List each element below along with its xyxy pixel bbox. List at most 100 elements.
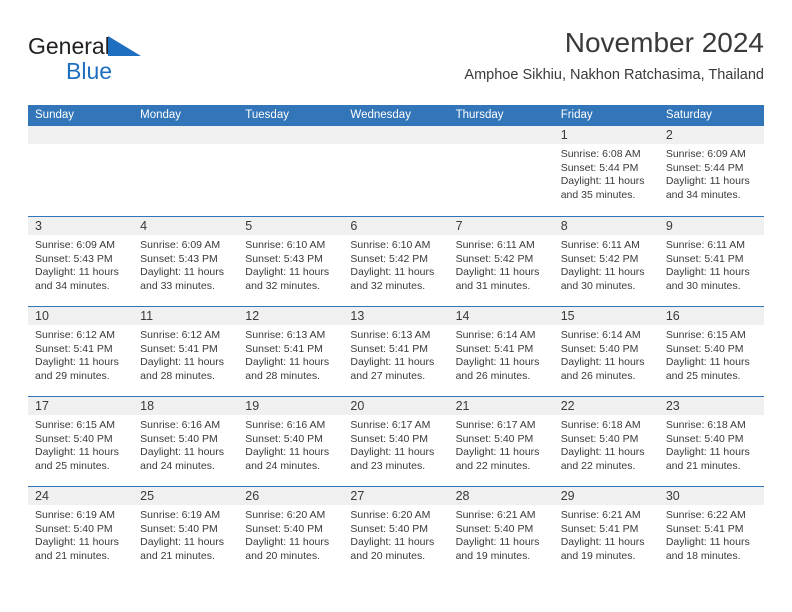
day-cell[interactable]: 30 Sunrise: 6:22 AM Sunset: 5:41 PM Dayl… (658, 487, 764, 576)
day-cell[interactable]: 13 Sunrise: 6:13 AM Sunset: 5:41 PM Dayl… (343, 307, 449, 396)
location-subtitle: Amphoe Sikhiu, Nakhon Ratchasima, Thaila… (464, 67, 764, 84)
sunrise-text: Sunrise: 6:21 AM (560, 509, 641, 521)
day-cell[interactable] (448, 126, 554, 216)
daylight-text: Daylight: 11 hours and 20 minutes. (245, 536, 330, 562)
day-info: Sunrise: 6:21 AM Sunset: 5:40 PM Dayligh… (449, 505, 554, 563)
day-number: 29 (553, 487, 659, 505)
day-cell[interactable]: 28 Sunrise: 6:21 AM Sunset: 5:40 PM Dayl… (448, 487, 554, 576)
sunset-text: Sunset: 5:41 PM (665, 522, 744, 535)
day-cell[interactable]: 6 Sunrise: 6:10 AM Sunset: 5:42 PM Dayli… (343, 217, 449, 306)
day-info: Sunrise: 6:19 AM Sunset: 5:40 PM Dayligh… (133, 505, 238, 563)
calendar-grid: Sunday Monday Tuesday Wednesday Thursday… (28, 105, 764, 576)
day-cell[interactable]: 14 Sunrise: 6:14 AM Sunset: 5:41 PM Dayl… (448, 307, 554, 396)
day-cell[interactable]: 27 Sunrise: 6:20 AM Sunset: 5:40 PM Dayl… (343, 487, 449, 576)
day-cell[interactable]: 4 Sunrise: 6:09 AM Sunset: 5:43 PM Dayli… (133, 217, 239, 306)
sunrise-text: Sunrise: 6:13 AM (245, 329, 326, 341)
sunset-text: Sunset: 5:41 PM (245, 342, 323, 355)
weekday-header-row: Sunday Monday Tuesday Wednesday Thursday… (28, 105, 764, 126)
title-block: November 2024 Amphoe Sikhiu, Nakhon Ratc… (464, 28, 764, 84)
sunrise-text: Sunrise: 6:19 AM (140, 509, 221, 521)
daylight-text: Daylight: 11 hours and 30 minutes. (665, 266, 750, 292)
sunrise-text: Sunrise: 6:11 AM (560, 239, 640, 251)
sunrise-text: Sunrise: 6:12 AM (140, 329, 221, 341)
sunrise-text: Sunrise: 6:11 AM (665, 239, 746, 251)
day-number: 12 (238, 307, 344, 325)
day-info: Sunrise: 6:21 AM Sunset: 5:41 PM Dayligh… (554, 505, 659, 563)
day-cell[interactable]: 20 Sunrise: 6:17 AM Sunset: 5:40 PM Dayl… (343, 397, 449, 486)
day-cell[interactable]: 19 Sunrise: 6:16 AM Sunset: 5:40 PM Dayl… (238, 397, 344, 486)
day-cell[interactable]: 21 Sunrise: 6:17 AM Sunset: 5:40 PM Dayl… (448, 397, 554, 486)
daylight-text: Daylight: 11 hours and 34 minutes. (35, 266, 119, 292)
day-cell[interactable]: 25 Sunrise: 6:19 AM Sunset: 5:40 PM Dayl… (133, 487, 239, 576)
sunrise-text: Sunrise: 6:22 AM (665, 509, 746, 521)
week-row: 24 Sunrise: 6:19 AM Sunset: 5:40 PM Dayl… (28, 486, 764, 576)
sunset-text: Sunset: 5:41 PM (140, 342, 218, 355)
sunset-text: Sunset: 5:40 PM (560, 342, 639, 355)
day-number: 3 (28, 217, 134, 235)
week-row: 10 Sunrise: 6:12 AM Sunset: 5:41 PM Dayl… (28, 306, 764, 396)
day-info: Sunrise: 6:16 AM Sunset: 5:40 PM Dayligh… (238, 415, 343, 473)
day-info: Sunrise: 6:17 AM Sunset: 5:40 PM Dayligh… (449, 415, 554, 473)
day-number: 27 (343, 487, 449, 505)
day-cell[interactable]: 22 Sunrise: 6:18 AM Sunset: 5:40 PM Dayl… (553, 397, 659, 486)
day-number: 5 (238, 217, 344, 235)
day-cell[interactable]: 12 Sunrise: 6:13 AM Sunset: 5:41 PM Dayl… (238, 307, 344, 396)
daylight-text: Daylight: 11 hours and 26 minutes. (560, 356, 645, 382)
day-cell[interactable]: 16 Sunrise: 6:15 AM Sunset: 5:40 PM Dayl… (658, 307, 764, 396)
day-number: 30 (658, 487, 764, 505)
day-cell[interactable]: 15 Sunrise: 6:14 AM Sunset: 5:40 PM Dayl… (553, 307, 659, 396)
day-cell[interactable]: 10 Sunrise: 6:12 AM Sunset: 5:41 PM Dayl… (28, 307, 134, 396)
day-number: 28 (448, 487, 554, 505)
day-cell[interactable]: 9 Sunrise: 6:11 AM Sunset: 5:41 PM Dayli… (658, 217, 764, 306)
day-cell[interactable]: 11 Sunrise: 6:12 AM Sunset: 5:41 PM Dayl… (133, 307, 239, 396)
day-number: 25 (133, 487, 239, 505)
day-cell[interactable]: 3 Sunrise: 6:09 AM Sunset: 5:43 PM Dayli… (28, 217, 134, 306)
day-info: Sunrise: 6:09 AM Sunset: 5:44 PM Dayligh… (659, 144, 764, 202)
day-number: 15 (553, 307, 659, 325)
day-cell[interactable] (28, 126, 134, 216)
daylight-text: Daylight: 11 hours and 30 minutes. (560, 266, 645, 292)
day-cell[interactable]: 26 Sunrise: 6:20 AM Sunset: 5:40 PM Dayl… (238, 487, 344, 576)
brand-name-blue: Blue (66, 58, 113, 84)
daylight-text: Daylight: 11 hours and 24 minutes. (245, 446, 330, 472)
day-info: Sunrise: 6:11 AM Sunset: 5:42 PM Dayligh… (554, 235, 659, 293)
sunset-text: Sunset: 5:42 PM (560, 252, 639, 265)
day-cell[interactable]: 8 Sunrise: 6:11 AM Sunset: 5:42 PM Dayli… (553, 217, 659, 306)
day-cell[interactable]: 23 Sunrise: 6:18 AM Sunset: 5:40 PM Dayl… (658, 397, 764, 486)
page-header: General Blue November 2024 Amphoe Sikhiu… (28, 28, 764, 100)
day-cell[interactable] (343, 126, 449, 216)
sunrise-text: Sunrise: 6:20 AM (350, 509, 431, 521)
day-cell[interactable]: 18 Sunrise: 6:16 AM Sunset: 5:40 PM Dayl… (133, 397, 239, 486)
calendar-page: General Blue November 2024 Amphoe Sikhiu… (0, 0, 792, 612)
weekday-thursday: Thursday (455, 109, 504, 121)
sunrise-text: Sunrise: 6:15 AM (665, 329, 746, 341)
sunrise-text: Sunrise: 6:16 AM (140, 419, 221, 431)
day-info: Sunrise: 6:18 AM Sunset: 5:40 PM Dayligh… (554, 415, 659, 473)
day-cell[interactable]: 1 Sunrise: 6:08 AM Sunset: 5:44 PM Dayli… (553, 126, 659, 216)
daylight-text: Daylight: 11 hours and 24 minutes. (140, 446, 224, 472)
day-cell[interactable]: 5 Sunrise: 6:10 AM Sunset: 5:43 PM Dayli… (238, 217, 344, 306)
day-number (448, 126, 554, 144)
daylight-text: Daylight: 11 hours and 29 minutes. (35, 356, 119, 382)
sunset-text: Sunset: 5:40 PM (245, 432, 323, 445)
daylight-text: Daylight: 11 hours and 34 minutes. (665, 175, 750, 201)
sunrise-text: Sunrise: 6:20 AM (245, 509, 326, 521)
day-info: Sunrise: 6:14 AM Sunset: 5:40 PM Dayligh… (554, 325, 659, 383)
daylight-text: Daylight: 11 hours and 32 minutes. (245, 266, 330, 292)
sunrise-text: Sunrise: 6:09 AM (140, 239, 221, 251)
daylight-text: Daylight: 11 hours and 21 minutes. (665, 446, 750, 472)
day-number: 24 (28, 487, 134, 505)
daylight-text: Daylight: 11 hours and 25 minutes. (35, 446, 119, 472)
brand-logo[interactable]: General Blue (28, 34, 258, 90)
day-cell[interactable]: 24 Sunrise: 6:19 AM Sunset: 5:40 PM Dayl… (28, 487, 134, 576)
daylight-text: Daylight: 11 hours and 21 minutes. (35, 536, 119, 562)
day-cell[interactable] (238, 126, 344, 216)
day-cell[interactable]: 17 Sunrise: 6:15 AM Sunset: 5:40 PM Dayl… (28, 397, 134, 486)
daylight-text: Daylight: 11 hours and 18 minutes. (665, 536, 750, 562)
day-cell[interactable]: 29 Sunrise: 6:21 AM Sunset: 5:41 PM Dayl… (553, 487, 659, 576)
day-cell[interactable]: 7 Sunrise: 6:11 AM Sunset: 5:42 PM Dayli… (448, 217, 554, 306)
day-cell[interactable] (133, 126, 239, 216)
sunrise-text: Sunrise: 6:10 AM (245, 239, 326, 251)
day-cell[interactable]: 2 Sunrise: 6:09 AM Sunset: 5:44 PM Dayli… (658, 126, 764, 216)
sunrise-text: Sunrise: 6:18 AM (665, 419, 746, 431)
